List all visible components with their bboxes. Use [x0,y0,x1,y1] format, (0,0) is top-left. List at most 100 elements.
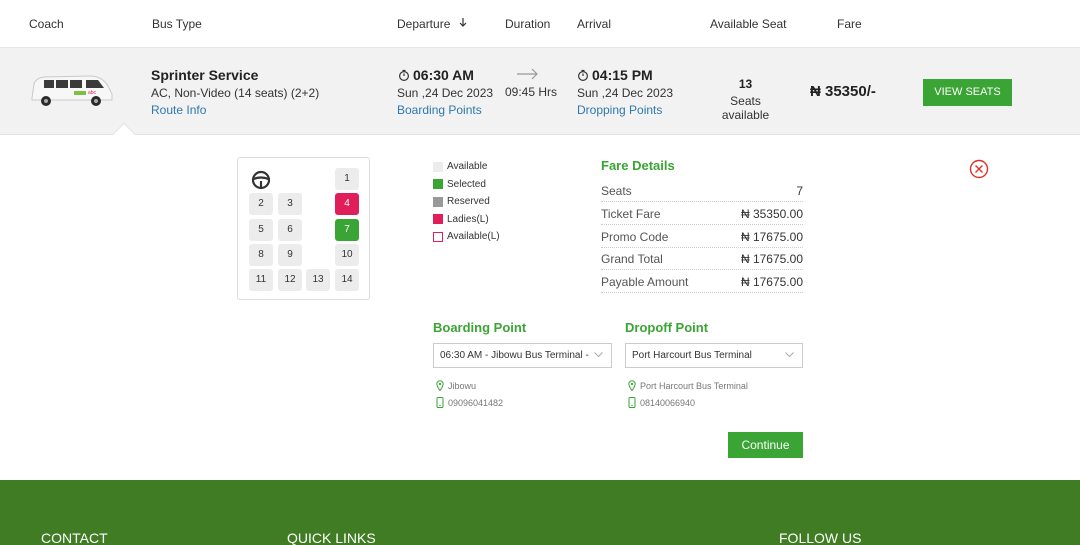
view-seats-button[interactable]: VIEW SEATS [923,79,1012,106]
col-departure[interactable]: Departure [397,17,467,31]
seat-6[interactable]: 6 [278,219,302,241]
boarding-phone-text: 09096041482 [448,397,504,408]
seat-9[interactable]: 9 [278,244,302,266]
seat-1[interactable]: 1 [335,168,359,190]
stopwatch-icon [399,69,409,81]
legend-swatch [433,231,443,242]
chevron-down-icon [594,352,603,358]
boarding-location: Jibowu [436,380,476,391]
close-icon[interactable] [969,159,989,179]
fare-value: 7 [796,183,803,198]
boarding-location-text: Jibowu [448,380,477,391]
fare-label: Grand Total [601,251,663,266]
fare-label: Seats [601,183,632,198]
boarding-point-title: Boarding Point [433,320,527,335]
col-duration: Duration [505,17,551,31]
seat-4[interactable]: 4 [335,193,359,215]
seat-14[interactable]: 14 [335,269,359,291]
boarding-phone: 09096041482 [436,397,503,408]
results-header: Coach Bus Type Departure Duration Arriva… [0,0,1080,48]
fare-label: Ticket Fare [601,206,661,221]
arrival-time: 04:15 PM [577,67,653,83]
fare-value: ₦ 17675.00 [740,251,803,266]
location-pin-icon [436,380,444,391]
dropoff-phone: 08140066940 [628,397,695,408]
col-bus-type: Bus Type [152,17,202,31]
location-pin-icon [628,380,636,391]
legend-swatch [433,179,443,190]
continue-button[interactable]: Continue [728,432,803,458]
trip-duration: 09:45 Hrs [505,85,558,99]
seat-2[interactable]: 2 [249,193,273,215]
dropoff-location: Port Harcourt Bus Terminal [628,380,748,391]
dropoff-point-value: Port Harcourt Bus Terminal [632,350,752,361]
fare-row-payable: Payable Amount ₦ 17675.00 [601,271,803,293]
legend-swatch [433,196,443,207]
boarding-point-value: 06:30 AM - Jibowu Bus Terminal - [440,350,589,361]
seat-10[interactable]: 10 [335,244,359,266]
fare-details-title: Fare Details [601,158,675,173]
legend-available-ladies: Available(L) [433,228,500,246]
trip-fare: ₦ 35350/- [810,83,876,100]
fare-row-seats: Seats 7 [601,180,803,202]
dropping-points-link[interactable]: Dropping Points [577,103,662,117]
boarding-points-link[interactable]: Boarding Points [397,103,482,117]
legend-swatch [433,161,443,172]
dropoff-point-select[interactable]: Port Harcourt Bus Terminal [625,343,803,368]
legend-label: Available(L) [447,231,500,243]
departure-date: Sun ,24 Dec 2023 [397,86,494,100]
legend-selected: Selected [433,176,500,194]
footer: CONTACT QUICK LINKS FOLLOW US [0,480,1080,545]
arrival-date: Sun ,24 Dec 2023 [577,86,674,100]
legend-available: Available [433,158,500,176]
available-seats-count: 13 [738,77,753,91]
col-departure-label: Departure [397,17,451,31]
legend-reserved: Reserved [433,193,500,211]
legend-label: Selected [447,178,486,190]
dropoff-phone-text: 08140066940 [640,397,696,408]
fare-label: Promo Code [601,229,669,244]
mobile-phone-icon [628,397,636,408]
seat-3[interactable]: 3 [278,193,302,215]
seat-5[interactable]: 5 [249,219,273,241]
legend-label: Reserved [447,196,490,208]
fare-label: Payable Amount [601,274,689,289]
svg-text:abc: abc [88,90,97,96]
legend-ladies: Ladies(L) [433,211,500,229]
available-seats-label: Seats available [721,94,770,122]
arrow-right-icon [517,68,538,80]
fare-row-ticket: Ticket Fare ₦ 35350.00 [601,203,803,225]
dropoff-location-text: Port Harcourt Bus Terminal [640,380,748,391]
bus-image: abc [31,75,113,106]
seat-7[interactable]: 7 [335,219,359,241]
arrival-time-value: 04:15 PM [592,67,653,83]
footer-quick-links-heading: QUICK LINKS [287,530,376,545]
boarding-point-select[interactable]: 06:30 AM - Jibowu Bus Terminal - [433,343,612,368]
fare-value: ₦ 17675.00 [740,274,803,289]
mobile-phone-icon [436,397,444,408]
fare-row-grand-total: Grand Total ₦ 17675.00 [601,248,803,270]
route-info-link[interactable]: Route Info [151,103,206,117]
seat-legend: Available Selected Reserved Ladies(L) Av… [433,158,500,246]
steering-wheel-icon [251,170,271,190]
seat-11[interactable]: 11 [249,269,273,291]
legend-swatch [433,214,443,225]
fare-row-promo: Promo Code ₦ 17675.00 [601,226,803,248]
panel-pointer [112,122,136,146]
legend-label: Ladies(L) [447,213,489,225]
col-coach: Coach [29,17,64,31]
seat-12[interactable]: 12 [278,269,302,291]
service-type: AC, Non-Video (14 seats) (2+2) [151,86,320,100]
seat-8[interactable]: 8 [249,244,273,266]
seat-map: 1 2 3 4 5 6 7 8 9 10 11 12 13 14 [237,157,370,300]
col-available-seat: Available Seat [710,17,787,31]
seat-13[interactable]: 13 [306,269,330,291]
sort-arrow-down-icon [459,18,467,27]
fare-value: ₦ 17675.00 [740,229,803,244]
footer-follow-us-heading: FOLLOW US [779,530,862,545]
dropoff-point-title: Dropoff Point [625,320,709,335]
col-fare: Fare [837,17,862,31]
footer-contact-heading: CONTACT [41,530,108,545]
stopwatch-icon [578,69,588,81]
col-arrival: Arrival [577,17,612,31]
